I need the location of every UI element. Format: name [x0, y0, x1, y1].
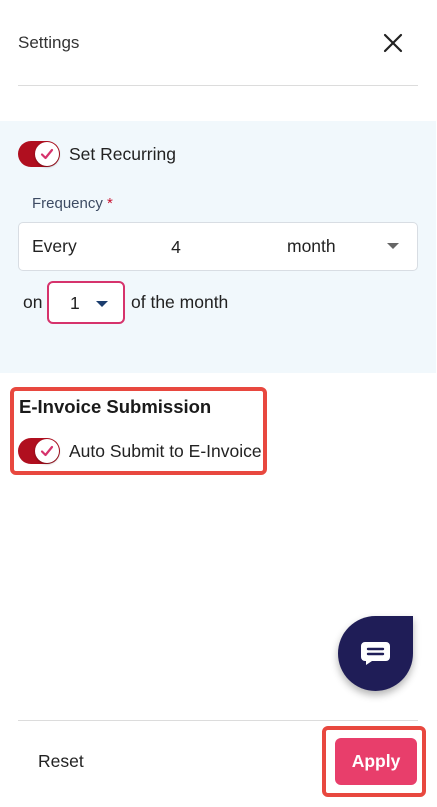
apply-button[interactable]: Apply	[335, 738, 417, 785]
header-divider	[18, 85, 418, 86]
set-recurring-label: Set Recurring	[69, 144, 176, 164]
day-of-month-value: 1	[70, 293, 80, 313]
footer-divider	[18, 720, 418, 721]
on-label: on	[23, 292, 43, 312]
check-icon	[40, 445, 54, 457]
chevron-down-icon	[96, 301, 108, 307]
auto-submit-einvoice-toggle[interactable]	[18, 438, 60, 464]
frequency-field: Every month	[18, 222, 418, 271]
auto-submit-einvoice-label: Auto Submit to E-Invoice	[69, 441, 262, 461]
toggle-knob	[35, 439, 59, 463]
toggle-knob	[35, 142, 59, 166]
close-button[interactable]	[379, 29, 409, 59]
of-the-month-label: of the month	[131, 292, 229, 312]
einvoice-section-title: E-Invoice Submission	[19, 396, 212, 417]
check-icon	[40, 148, 54, 160]
required-marker: *	[107, 195, 113, 212]
every-label: Every	[32, 236, 77, 256]
set-recurring-toggle[interactable]	[18, 141, 60, 167]
settings-header: Settings	[0, 0, 437, 86]
frequency-label: Frequency *	[32, 195, 113, 212]
frequency-count-input[interactable]	[141, 233, 211, 261]
frequency-label-text: Frequency	[32, 195, 103, 212]
reset-button[interactable]: Reset	[38, 751, 84, 772]
day-of-month-select[interactable]: 1	[47, 281, 125, 324]
chat-button[interactable]	[338, 616, 413, 691]
frequency-unit-select[interactable]: month	[287, 236, 336, 257]
chevron-down-icon[interactable]	[387, 243, 399, 249]
close-icon	[383, 33, 403, 53]
chat-icon	[361, 642, 390, 665]
page-title: Settings	[18, 33, 80, 52]
